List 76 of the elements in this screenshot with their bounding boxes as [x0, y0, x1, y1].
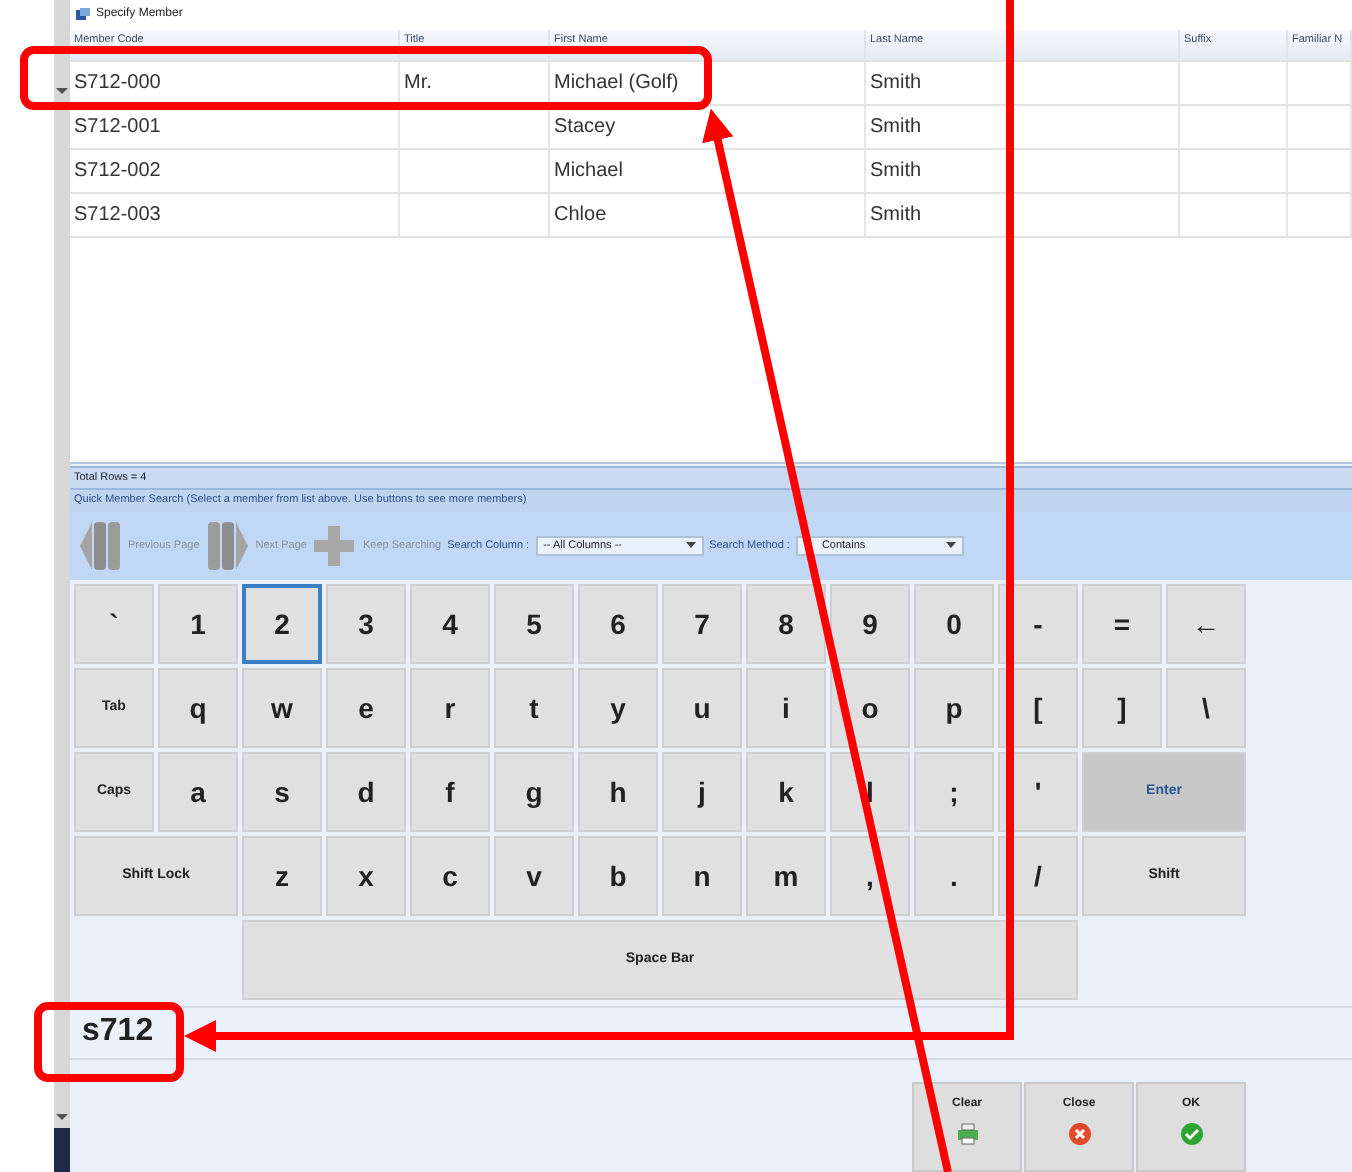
- keyboard-key[interactable]: b: [578, 835, 658, 916]
- keyboard-key[interactable]: o: [830, 667, 910, 748]
- check-icon: [1179, 1121, 1203, 1146]
- keyboard-key[interactable]: h: [578, 751, 658, 832]
- keyboard-key[interactable]: 5: [494, 583, 574, 664]
- keyboard-key[interactable]: j: [662, 751, 742, 832]
- keyboard-key[interactable]: ←: [1166, 583, 1246, 664]
- keyboard-key[interactable]: -: [998, 583, 1078, 664]
- keyboard-key[interactable]: u: [662, 667, 742, 748]
- keyboard-key[interactable]: 0: [914, 583, 994, 664]
- plus-icon: [312, 523, 357, 568]
- keyboard-key[interactable]: ,: [830, 835, 910, 916]
- last-name-cell: Smith: [866, 193, 1180, 236]
- scrollbar[interactable]: [54, 0, 70, 1172]
- keyboard-key[interactable]: 1: [158, 583, 238, 664]
- keyboard-key[interactable]: `: [74, 583, 154, 664]
- keyboard-key[interactable]: a: [158, 751, 238, 832]
- keyboard-key[interactable]: f: [410, 751, 490, 832]
- keyboard-key[interactable]: ]: [1082, 667, 1162, 748]
- keyboard-key[interactable]: i: [746, 667, 826, 748]
- keyboard-key[interactable]: 9: [830, 583, 910, 664]
- keyboard-key[interactable]: 7: [662, 583, 742, 664]
- keyboard-key[interactable]: l: [830, 751, 910, 832]
- keyboard-key[interactable]: d: [326, 751, 406, 832]
- keyboard-key[interactable]: c: [410, 835, 490, 916]
- keyboard-key[interactable]: ': [998, 751, 1078, 832]
- keyboard-key[interactable]: m: [746, 835, 826, 916]
- table-row[interactable]: S712-000 Mr. Michael (Golf) Smith: [70, 61, 1352, 106]
- search-input-field[interactable]: s712: [78, 1012, 318, 1053]
- window-icon: [76, 7, 90, 22]
- next-page-icon: [205, 519, 250, 572]
- keyboard-key[interactable]: 3: [326, 583, 406, 664]
- previous-page-icon: [78, 519, 122, 572]
- first-name-cell: Michael (Golf): [550, 61, 866, 104]
- close-icon: [1067, 1121, 1091, 1146]
- table-row[interactable]: S712-002 Michael Smith: [70, 149, 1352, 194]
- keyboard-key[interactable]: /: [998, 835, 1078, 916]
- keyboard-key[interactable]: w: [242, 667, 322, 748]
- member-code-cell: S712-001: [70, 105, 400, 148]
- keyboard-key[interactable]: e: [326, 667, 406, 748]
- keyboard-key[interactable]: x: [326, 835, 406, 916]
- keyboard-key[interactable]: v: [494, 835, 574, 916]
- dark-strip: [54, 1128, 70, 1172]
- last-name-cell: Smith: [866, 61, 1180, 104]
- keyboard-key[interactable]: ;: [914, 751, 994, 832]
- table-row[interactable]: S712-003 Chloe Smith: [70, 193, 1352, 238]
- member-code-cell: S712-000: [70, 61, 400, 104]
- printer-icon: [955, 1121, 979, 1146]
- keyboard-key[interactable]: k: [746, 751, 826, 832]
- member-code-cell: S712-003: [70, 193, 400, 236]
- first-name-cell: Michael: [550, 149, 866, 192]
- keyboard-key[interactable]: p: [914, 667, 994, 748]
- keyboard-key[interactable]: t: [494, 667, 574, 748]
- keyboard-key[interactable]: \: [1166, 667, 1246, 748]
- keyboard-key[interactable]: 6: [578, 583, 658, 664]
- last-name-cell: Smith: [866, 149, 1180, 192]
- keyboard-key[interactable]: y: [578, 667, 658, 748]
- keyboard-key[interactable]: 2: [242, 583, 322, 664]
- title-cell: Mr.: [400, 61, 550, 104]
- keyboard-key[interactable]: .: [914, 835, 994, 916]
- keyboard-key[interactable]: z: [242, 835, 322, 916]
- keyboard-key[interactable]: s: [242, 751, 322, 832]
- keyboard-key[interactable]: q: [158, 667, 238, 748]
- first-name-cell: Stacey: [550, 105, 866, 148]
- last-name-cell: Smith: [866, 105, 1180, 148]
- keyboard-key[interactable]: 8: [746, 583, 826, 664]
- first-name-cell: Chloe: [550, 193, 866, 236]
- caret-icon: [685, 542, 696, 549]
- keyboard-key[interactable]: =: [1082, 583, 1162, 664]
- keyboard-key[interactable]: n: [662, 835, 742, 916]
- member-code-cell: S712-002: [70, 149, 400, 192]
- keyboard-key[interactable]: 4: [410, 583, 490, 664]
- keyboard-key[interactable]: g: [494, 751, 574, 832]
- keyboard-key[interactable]: r: [410, 667, 490, 748]
- keyboard-key[interactable]: [: [998, 667, 1078, 748]
- caret-icon: [945, 542, 956, 549]
